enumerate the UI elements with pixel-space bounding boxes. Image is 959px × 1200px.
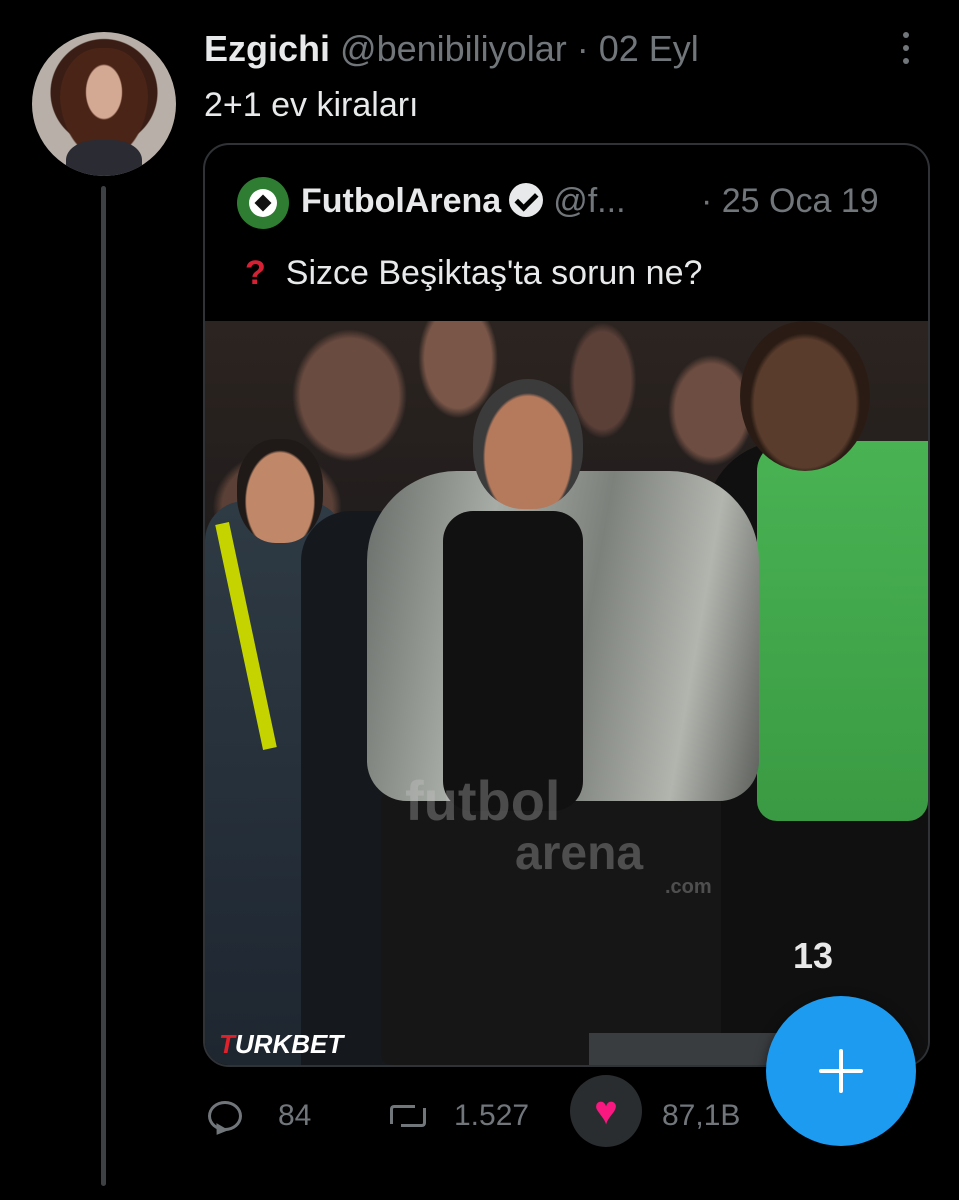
quoted-handle[interactable]: @f... bbox=[553, 182, 625, 220]
quoted-tweet-date[interactable]: · 25 Oca 19 bbox=[701, 179, 879, 223]
retweet-button[interactable]: 1.527 bbox=[386, 1090, 529, 1142]
tweet-action-bar: 84 1.527 ♥ 87,1B bbox=[206, 1075, 806, 1147]
question-mark-emoji: ? bbox=[245, 254, 266, 292]
header-separator: · bbox=[576, 28, 589, 69]
quoted-display-name[interactable]: FutbolArena bbox=[301, 182, 501, 220]
watermark-com: .com bbox=[665, 876, 712, 898]
thread-connector-line bbox=[101, 186, 106, 1186]
photo-player-number: 13 bbox=[793, 935, 834, 976]
photo-right-player-head bbox=[740, 321, 870, 471]
vertical-ellipsis-icon[interactable] bbox=[896, 30, 916, 66]
retweet-count: 1.527 bbox=[454, 1099, 530, 1132]
like-count: 87,1B bbox=[662, 1099, 741, 1132]
watermark-arena: arena bbox=[515, 827, 644, 880]
reply-button[interactable]: 84 bbox=[208, 1090, 311, 1142]
compose-tweet-button[interactable] bbox=[766, 996, 916, 1146]
turkbet-logo-rest: URKBET bbox=[234, 1029, 344, 1059]
photo-coach-head bbox=[473, 379, 583, 509]
like-button[interactable]: ♥ 87,1B bbox=[570, 1075, 741, 1147]
reply-count: 84 bbox=[278, 1099, 312, 1132]
quoted-tweet-text: ? Sizce Beşiktaş'ta sorun ne? bbox=[245, 251, 702, 295]
tweet-text: 2+1 ev kiraları bbox=[204, 86, 419, 124]
author-handle[interactable]: @benibiliyolar bbox=[340, 28, 567, 69]
quoted-tweet-body: Sizce Beşiktaş'ta sorun ne? bbox=[285, 254, 703, 292]
quoted-tweet-card[interactable]: FutbolArena @f... · 25 Oca 19 ? Sizce Beşi… bbox=[203, 143, 930, 1067]
tweet-header: Ezgichi @benibiliyolar · 02 Eyl bbox=[204, 28, 699, 70]
photo-watermark: futbol arena .com bbox=[405, 769, 745, 898]
quoted-tweet-photo[interactable]: 13 futbol arena .com TURKBET bbox=[205, 321, 928, 1065]
watermark-futbol: futbol bbox=[405, 769, 561, 832]
turkbet-logo-t: T bbox=[219, 1029, 235, 1059]
photo-left-man-head bbox=[237, 439, 323, 543]
tweet-detail-page: Ezgichi @benibiliyolar · 02 Eyl 2+1 ev k… bbox=[0, 0, 959, 1200]
verified-badge-icon bbox=[509, 183, 544, 217]
photo-green-training-bib bbox=[757, 441, 928, 821]
reply-bubble-icon bbox=[208, 1101, 242, 1131]
turkbet-logo: TURKBET bbox=[219, 1029, 343, 1060]
retweet-icon bbox=[386, 1101, 430, 1131]
author-avatar[interactable] bbox=[32, 32, 176, 176]
quoted-tweet-header: FutbolArena @f... bbox=[301, 179, 626, 223]
quoted-author-avatar[interactable] bbox=[237, 177, 289, 229]
avatar-shirt bbox=[66, 140, 142, 176]
tweet-date[interactable]: 02 Eyl bbox=[599, 28, 699, 69]
photo-coach-shirt bbox=[443, 511, 583, 811]
author-display-name[interactable]: Ezgichi bbox=[204, 28, 330, 69]
heart-icon: ♥ bbox=[594, 1089, 618, 1133]
like-highlight: ♥ bbox=[570, 1075, 642, 1147]
